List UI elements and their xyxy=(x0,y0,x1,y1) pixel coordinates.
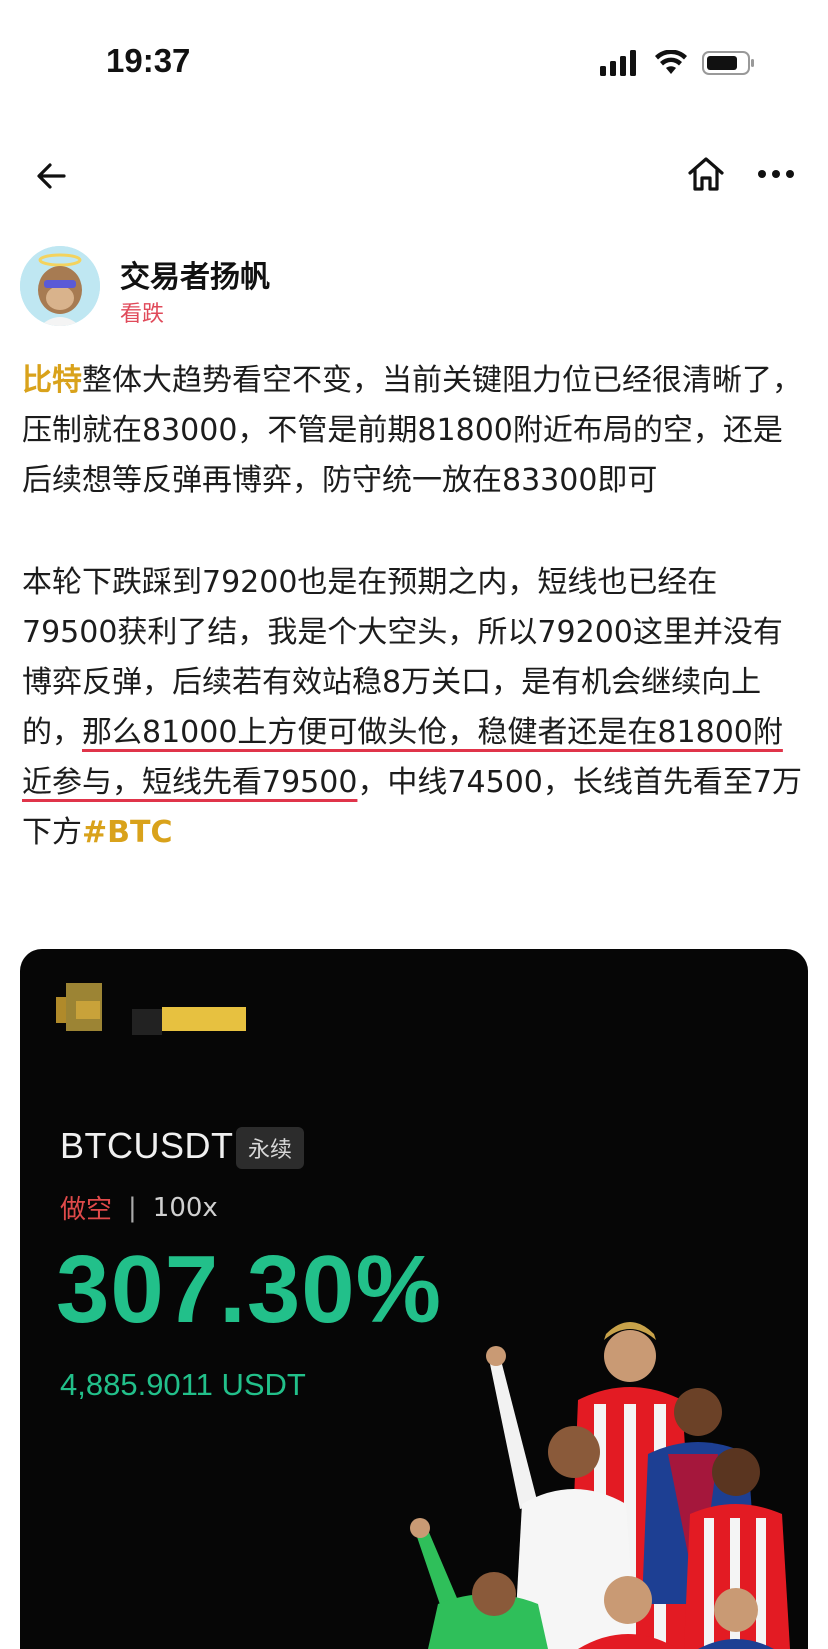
leverage: 100x xyxy=(152,1192,218,1223)
author-name[interactable]: 交易者扬帆 xyxy=(120,252,270,296)
sentiment-tag: 看跌 xyxy=(120,302,165,327)
post-paragraph-2: 本轮下跌踩到79200也是在预期之内，短线也已经在79500获利了结，我是个大空… xyxy=(22,558,812,858)
status-bar: 19:37 xyxy=(0,0,828,130)
signal-icon xyxy=(600,50,636,76)
avatar[interactable] xyxy=(20,246,100,326)
ape-avatar-image xyxy=(20,246,100,326)
perpetual-badge: 永续 xyxy=(236,1127,305,1169)
hashtag-link[interactable]: #BTC xyxy=(82,815,172,850)
post-paragraph-1-text: 整体大趋势看空不变，当前关键阻力位已经很清晰了，压制就在83000，不管是前期8… xyxy=(22,363,802,498)
exchange-logo-blurred xyxy=(56,983,246,1035)
position-info: 做空 | 100x xyxy=(60,1189,218,1226)
wifi-icon xyxy=(655,50,687,74)
status-time: 19:37 xyxy=(106,42,191,79)
separator: | xyxy=(128,1192,137,1223)
roi-value: 307.30% xyxy=(56,1236,442,1343)
football-players-image xyxy=(410,1322,790,1649)
pnl-value: 4,885.9011 USDT xyxy=(60,1367,306,1402)
pair-symbol: BTCUSDT xyxy=(60,1125,234,1166)
back-arrow-icon[interactable] xyxy=(30,154,74,198)
position-side: 做空 xyxy=(60,1195,113,1225)
status-icons xyxy=(600,50,756,76)
author-header[interactable]: 交易者扬帆 看跌 xyxy=(20,246,810,327)
post-paragraph-1: 比特整体大趋势看空不变，当前关键阻力位已经很清晰了，压制就在83000，不管是前… xyxy=(22,356,812,506)
battery-icon xyxy=(702,51,754,75)
coin-link[interactable]: 比特 xyxy=(22,363,82,398)
trade-card[interactable]: BTCUSDT 永续 做空 | 100x 307.30% 4,885.9011 … xyxy=(20,949,808,1649)
home-icon[interactable] xyxy=(684,152,728,196)
nav-bar xyxy=(0,140,828,210)
more-icon[interactable] xyxy=(752,152,800,196)
post-body: 比特整体大趋势看空不变，当前关键阻力位已经很清晰了，压制就在83000，不管是前… xyxy=(22,356,812,858)
